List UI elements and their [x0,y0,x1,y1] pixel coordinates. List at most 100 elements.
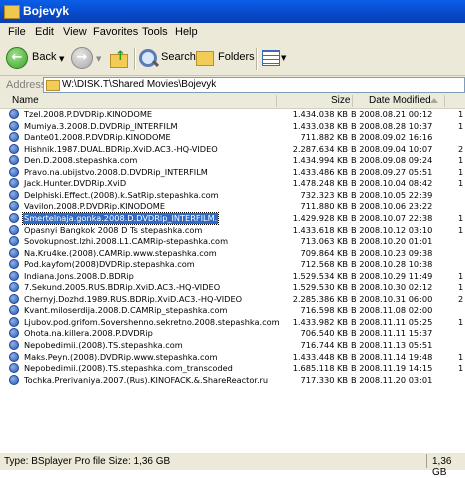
file-name: Mumiya.3.2008.D.DVDRip_INTERFILM [24,120,178,131]
file-row[interactable]: Jack.Hunter.DVDRip.XviD 1.478.248 KB B 200… [0,178,465,190]
file-row[interactable]: 7.Sekund.2005.RUS.BDRip.XviD.AC3.-HQ-VID… [0,282,465,294]
window-title: Bojevyk [23,4,70,18]
file-row[interactable]: Na.Kru4ke.(2008).CAMRip.www.stepashka.co… [0,247,465,260]
file-extra-column: 1 [458,155,464,166]
file-date-modified: B 2008.10.20 01:01 [351,236,433,247]
file-row[interactable]: Ohota.na.killera.2008.P.DVDRip 706.540 KB… [0,328,465,340]
folders-button[interactable]: Folders [196,48,256,70]
menu-edit[interactable]: Edit [35,26,54,38]
file-row[interactable]: Opasnyi Bangkok 2008 D Ts stepashka.com 1… [0,224,465,237]
menu-view[interactable]: View [63,26,87,38]
bsplayer-file-icon [9,374,19,385]
file-row[interactable]: Sovokupnost.lzhi.2008.L1.CAMRip-stepashk… [0,236,465,248]
file-size: 716.598 KB [300,305,348,316]
menu-bar: File Edit View Favorites Tools Help [0,23,465,43]
file-date-modified: B 2008.10.05 22:39 [351,189,433,200]
back-dropdown-icon[interactable]: ▼ [59,55,64,63]
file-row[interactable]: Chernyj.Dozhd.1989.RUS.BDRip.XviD.AC3.-H… [0,293,465,306]
views-icon [262,50,280,66]
file-extra-column: 1 [458,270,464,281]
file-date-modified: B 2008.10.28 10:38 [351,259,433,270]
column-date[interactable]: Date Modified [369,95,431,106]
file-date-modified: B 2008.08.21 00:12 [351,109,433,119]
column-header: Name Size Date Modified [0,94,465,109]
file-extra-column: 1 [458,109,464,119]
file-row[interactable]: Indiana.Jons.2008.D.BDRip 1.529.534 KB B 2… [0,270,465,283]
file-date-modified: B 2008.11.19 14:15 [351,363,433,374]
file-row[interactable]: Pravo.na.ubijstvo.2008.D.DVDRip_INTERFIL… [0,166,465,179]
file-extra-column: 1 [458,212,464,223]
up-folder-button[interactable]: ↑ [109,49,129,68]
bsplayer-file-icon [9,236,19,247]
bsplayer-file-icon [9,189,19,200]
folders-label: Folders [218,51,255,63]
menu-help[interactable]: Help [175,26,198,38]
menu-tools[interactable]: Tools [142,26,168,38]
file-name: Den.D.2008.stepashka.com [24,155,138,166]
file-size: 1.429.928 KB [292,212,348,223]
file-row[interactable]: Den.D.2008.stepashka.com 1.434.994 KB B 20… [0,155,465,167]
file-name: Ohota.na.killera.2008.P.DVDRip [24,328,153,339]
file-row[interactable]: Tochka.Prerivaniya.2007.(Rus).KINOFACK.&… [0,374,465,387]
views-button[interactable]: ▼ [262,50,288,68]
file-size: 717.330 KB [300,374,348,385]
bsplayer-file-icon [9,224,19,235]
file-size: 1.433.618 KB [292,224,348,235]
bsplayer-file-icon [9,247,19,258]
file-size: 1.433.486 KB [292,166,348,177]
file-row[interactable]: Nepobedimii.(2008).TS.stepashka.com_tran… [0,363,465,375]
sort-ascending-icon [430,98,438,103]
file-name: Delphiski.Effect.(2008).k.SatRip.stepash… [24,189,219,200]
file-name: Smertelnaja.gonka.2008.D.DVDRip_INTERFIL… [21,211,220,225]
file-row[interactable]: Tzel.2008.P.DVDRip.KINODOME 1.434.038 KB B… [0,109,465,121]
folder-icon [46,80,60,91]
file-row[interactable]: Smertelnaja.gonka.2008.D.DVDRip_INTERFIL… [0,211,465,225]
file-date-modified: B 2008.09.27 05:51 [351,166,433,177]
forward-dropdown-icon[interactable]: ▼ [96,55,101,63]
address-path: W:\DISK.T\Shared Movies\Bojevyk [62,79,217,90]
file-name: Vavilon.2008.P.DVDRip.KINODOME [24,201,166,212]
address-field[interactable]: W:\DISK.T\Shared Movies\Bojevyk [43,77,465,93]
column-size[interactable]: Size [331,95,350,106]
file-row[interactable]: Pod.kayfom(2008)DVDRip.stepashka.com 712.… [0,259,465,271]
bsplayer-file-icon [9,282,19,293]
title-bar: Bojevyk [0,0,465,23]
bsplayer-file-icon [9,155,19,166]
file-name: Opasnyi Bangkok 2008 D Ts stepashka.com [24,224,203,235]
file-size: 1.434.994 KB [292,155,348,166]
forward-button[interactable]: → [71,47,93,69]
forward-arrow-icon: → [71,47,93,69]
file-size: 2.285.386 KB [292,293,348,304]
file-row[interactable]: Kvant.miloserdija.2008.D.CAMRip_stepashk… [0,305,465,317]
bsplayer-file-icon [9,351,19,362]
file-row[interactable]: Delphiski.Effect.(2008).k.SatRip.stepash… [0,189,465,202]
file-name: Sovokupnost.lzhi.2008.L1.CAMRip-stepashk… [24,236,229,247]
file-row[interactable]: Nepobedimii.(2008).TS.stepashka.com 716.7… [0,340,465,352]
file-row[interactable]: Maks.Peyn.(2008).DVDRip.www.stepashka.co… [0,351,465,364]
file-size: 711.880 KB [300,201,348,212]
file-row[interactable]: Ljubov.pod.grifom.Sovershenno.sekretno.2… [0,316,465,329]
file-date-modified: B 2008.10.30 02:12 [351,282,433,293]
file-date-modified: B 2008.11.11 15:37 [351,328,433,339]
file-row[interactable]: Hishnik.1987.DUAL.BDRip.XviD.AC3.-HQ-VID… [0,143,465,156]
file-name: Tzel.2008.P.DVDRip.KINODOME [24,109,153,119]
bsplayer-file-icon [9,305,19,316]
status-text: Type: BSplayer Pro file Size: 1,36 GB [4,456,171,467]
status-bar: Type: BSplayer Pro file Size: 1,36 GB 1,… [0,452,465,478]
column-name[interactable]: Name [12,95,39,106]
bsplayer-file-icon [9,166,19,177]
bsplayer-file-icon [9,120,19,131]
bsplayer-file-icon [9,293,19,304]
bsplayer-file-icon [9,363,19,374]
file-list[interactable]: Tzel.2008.P.DVDRip.KINODOME 1.434.038 KB B… [0,109,465,454]
file-row[interactable]: Dante01.2008.P.DVDRip.KINODOME 711.882 KB… [0,132,465,144]
file-row[interactable]: Vavilon.2008.P.DVDRip.KINODOME 711.880 KB… [0,201,465,213]
menu-file[interactable]: File [8,26,26,38]
menu-favorites[interactable]: Favorites [93,26,138,38]
bsplayer-file-icon [9,143,19,154]
bsplayer-file-icon [9,270,19,281]
back-button[interactable]: ← [6,47,28,69]
file-name: Pod.kayfom(2008)DVDRip.stepashka.com [24,259,195,270]
file-row[interactable]: Mumiya.3.2008.D.DVDRip_INTERFILM 1.433.03… [0,120,465,133]
bsplayer-file-icon [9,259,19,270]
